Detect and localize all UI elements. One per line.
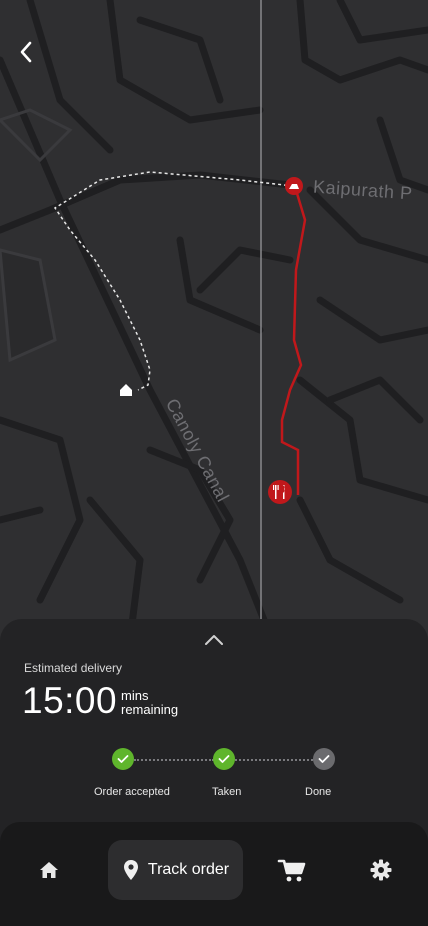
nav-track-order-label: Track order xyxy=(147,861,230,878)
eta-unit-remaining: remaining xyxy=(121,702,179,717)
eta-unit: mins remaining xyxy=(121,689,178,717)
cart-icon xyxy=(277,859,306,882)
nav-cart-button[interactable] xyxy=(272,852,312,888)
eta-value: 15:00 xyxy=(22,680,118,721)
location-pin-icon xyxy=(123,860,138,880)
step-connector-1 xyxy=(134,759,214,761)
step-connector-2 xyxy=(235,759,313,761)
courier-marker-icon xyxy=(285,177,303,195)
step-order-accepted xyxy=(112,748,134,770)
check-icon xyxy=(218,755,230,763)
back-button[interactable] xyxy=(18,40,50,72)
walking-route-dotted xyxy=(53,171,294,391)
step-label-taken: Taken xyxy=(212,786,242,798)
delivery-route-line xyxy=(280,189,307,495)
gear-icon xyxy=(370,859,392,881)
estimated-delivery-label: Estimated delivery xyxy=(24,661,123,675)
restaurant-marker-icon xyxy=(268,480,292,504)
home-icon xyxy=(40,862,58,878)
step-taken xyxy=(213,748,235,770)
expand-sheet-button[interactable] xyxy=(198,630,230,650)
check-icon xyxy=(117,755,129,763)
map-streets xyxy=(0,0,428,660)
nav-home-button[interactable] xyxy=(30,852,68,888)
map-view[interactable]: Kaipurath P Canoly Canal xyxy=(0,0,428,660)
step-done xyxy=(313,748,335,770)
chevron-up-icon xyxy=(205,635,223,645)
nav-settings-button[interactable] xyxy=(362,852,400,888)
nav-track-order-button[interactable]: Track order xyxy=(108,840,243,900)
step-label-done: Done xyxy=(305,786,332,798)
chevron-left-icon xyxy=(20,41,32,63)
eta-unit-mins: mins xyxy=(121,688,149,703)
check-icon xyxy=(318,755,330,763)
home-marker-icon xyxy=(120,384,132,396)
step-label-order-accepted: Order accepted xyxy=(94,786,170,798)
